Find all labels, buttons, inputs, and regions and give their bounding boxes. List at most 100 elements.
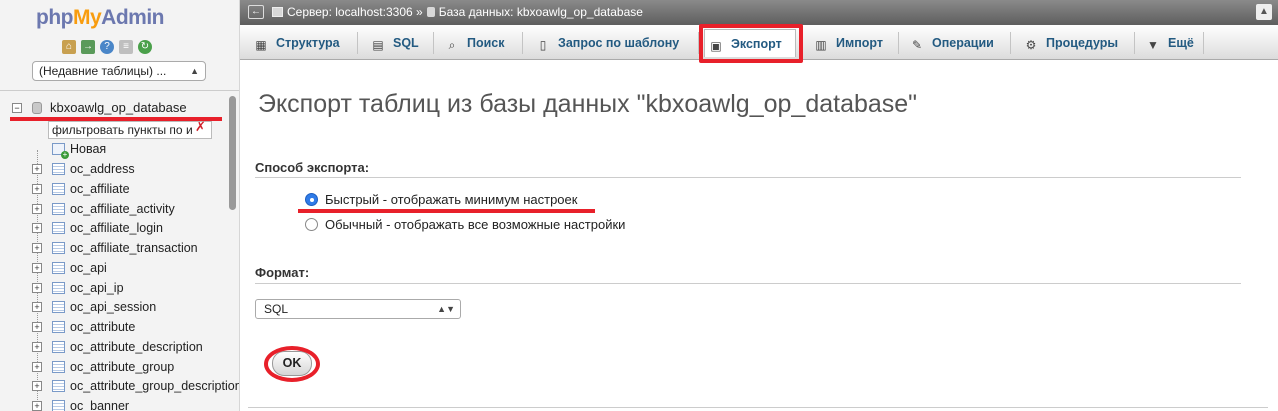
select-arrows-icon: ▲▼ (437, 304, 455, 314)
expand-icon[interactable]: + (32, 223, 42, 233)
exit-icon[interactable]: → (81, 40, 95, 54)
table-tree-item[interactable]: + oc_affiliate (0, 179, 239, 199)
tab-separator (1010, 32, 1011, 54)
logo-admin: Admin (101, 6, 164, 29)
phpmyadmin-logo[interactable]: phpMyAdmin (36, 6, 164, 30)
format-label: Формат: (255, 265, 310, 280)
table-name: oc_banner (70, 399, 130, 411)
tab-search[interactable]: ⌕ Поиск (441, 29, 505, 57)
expand-icon[interactable]: + (32, 184, 42, 194)
tab-structure[interactable]: ▦ Структура (250, 29, 340, 57)
table-name: oc_api_ip (70, 281, 124, 295)
breadcrumb: Сервер: localhost:3306 » База данных: kbx… (272, 0, 643, 25)
new-table-icon (52, 143, 69, 159)
custom-export-radio[interactable] (305, 218, 318, 231)
tab-more[interactable]: ▼ Ещё (1142, 29, 1194, 57)
tab-structure-label: Структура (276, 36, 340, 50)
tab-operations[interactable]: ✎ Операции (906, 29, 994, 57)
expand-icon[interactable]: + (32, 204, 42, 214)
back-arrow-icon[interactable]: ← (248, 5, 264, 19)
recent-tables-select[interactable]: (Недавние таблицы) ... ▲ (32, 61, 206, 81)
expand-icon[interactable]: + (32, 302, 42, 312)
breadcrumb-database[interactable]: База данных: kbxoawlg_op_database (439, 5, 643, 19)
database-icon (426, 7, 435, 17)
expand-icon[interactable]: + (32, 381, 42, 391)
structure-icon: ▦ (255, 38, 267, 52)
navigation-panel: phpMyAdmin ⌂ → ? ≡ ↻ (Недавние таблицы) … (0, 0, 240, 411)
tab-import[interactable]: ▥ Импорт (810, 29, 883, 57)
expand-icon[interactable]: + (32, 362, 42, 372)
clear-filter-icon[interactable]: ✗ (195, 119, 206, 135)
format-select[interactable]: SQL ▲▼ (255, 299, 461, 319)
table-name: oc_affiliate_login (70, 221, 163, 235)
server-icon (272, 7, 283, 17)
expand-icon[interactable]: + (32, 243, 42, 253)
expand-icon[interactable]: + (32, 164, 42, 174)
table-icon (52, 222, 65, 234)
home-icon[interactable]: ⌂ (62, 40, 76, 54)
table-icon (52, 163, 65, 175)
tab-sql-label: SQL (393, 36, 419, 50)
help-icon[interactable]: ? (100, 40, 114, 54)
quick-export-radio[interactable] (305, 193, 318, 206)
table-icon (52, 242, 65, 254)
bottom-divider (248, 407, 1268, 408)
breadcrumb-server[interactable]: Сервер: localhost:3306 (287, 5, 413, 19)
table-icon (52, 380, 65, 392)
section-divider (255, 177, 1241, 178)
query-icon: ▯ (539, 38, 547, 52)
table-tree-item[interactable]: + oc_attribute_group_description (0, 376, 239, 396)
table-icon (52, 400, 65, 411)
database-name: kbxoawlg_op_database (50, 100, 187, 115)
nav-scrollbar[interactable] (229, 96, 236, 210)
tab-sql[interactable]: ▤ SQL (367, 29, 419, 57)
table-tree-item[interactable]: + oc_attribute (0, 317, 239, 337)
tab-routines[interactable]: ⚙ Процедуры (1020, 29, 1118, 57)
table-icon (52, 262, 65, 274)
tab-routines-label: Процедуры (1046, 36, 1119, 50)
export-method-label: Способ экспорта: (255, 160, 370, 175)
table-icon (52, 301, 65, 313)
nav-icon-bar: ⌂ → ? ≡ ↻ (62, 40, 152, 54)
routines-icon: ⚙ (1025, 38, 1037, 52)
table-tree-item[interactable]: + oc_address (0, 159, 239, 179)
table-name: oc_api (70, 261, 107, 275)
table-name: oc_attribute (70, 320, 136, 334)
table-tree-item[interactable]: + oc_banner (0, 396, 239, 411)
table-tree-item[interactable]: + oc_attribute_description (0, 337, 239, 357)
table-filter-input[interactable]: фильтровать пункты по и (48, 121, 212, 139)
expand-icon[interactable]: + (32, 283, 42, 293)
table-tree-item[interactable]: + oc_api_ip (0, 278, 239, 298)
tab-separator (898, 32, 899, 54)
table-tree-item[interactable]: + oc_attribute_group (0, 357, 239, 377)
expand-icon[interactable]: + (32, 322, 42, 332)
table-name: oc_address (70, 162, 135, 176)
format-select-value: SQL (264, 302, 289, 316)
tab-query-label: Запрос по шаблону (558, 36, 680, 50)
table-tree-item[interactable]: + oc_api_session (0, 297, 239, 317)
expand-icon[interactable]: + (32, 401, 42, 411)
table-name: oc_attribute_description (70, 340, 203, 354)
tab-more-label: Ещё (1168, 36, 1194, 50)
logo-php: php (36, 6, 73, 29)
reload-icon[interactable]: ↻ (138, 40, 152, 54)
tab-query[interactable]: ▯ Запрос по шаблону (532, 29, 680, 57)
collapse-icon[interactable]: − (12, 103, 22, 113)
database-tree-item[interactable]: − kbxoawlg_op_database (0, 98, 239, 118)
expand-icon[interactable]: + (32, 342, 42, 352)
table-tree-item[interactable]: + oc_affiliate_activity (0, 199, 239, 219)
expand-icon[interactable]: + (32, 263, 42, 273)
docs-icon[interactable]: ≡ (119, 40, 133, 54)
select-arrows-icon: ▲ (190, 66, 199, 76)
table-tree-item[interactable]: + oc_api (0, 258, 239, 278)
more-icon: ▼ (1147, 38, 1159, 52)
table-tree-item[interactable]: + oc_affiliate_transaction (0, 238, 239, 258)
new-table-item[interactable]: Новая (0, 139, 239, 159)
sql-icon: ▤ (372, 38, 384, 52)
quick-export-label: Быстрый - отображать минимум настроек (325, 192, 578, 207)
annotation-circle-ok (264, 346, 320, 382)
collapse-top-icon[interactable]: ▲ (1256, 4, 1272, 20)
table-tree-item[interactable]: + oc_affiliate_login (0, 218, 239, 238)
table-icon (52, 282, 65, 294)
tab-separator (357, 32, 358, 54)
